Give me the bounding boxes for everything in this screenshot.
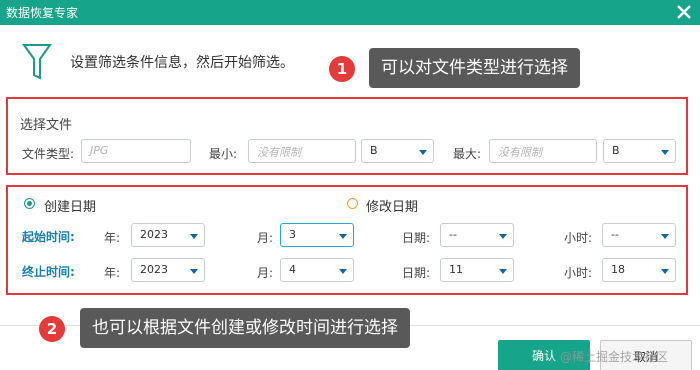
created-date-label[interactable]: 创建日期 (44, 196, 96, 215)
chevron-down-icon (661, 234, 669, 239)
min-size-input[interactable]: 没有限制 (248, 139, 356, 163)
annotation-callout-1: 可以对文件类型进行选择 (369, 48, 580, 88)
chevron-down-icon (499, 234, 507, 239)
min-size-unit-select[interactable]: B (361, 139, 434, 163)
modified-date-label[interactable]: 修改日期 (366, 196, 418, 215)
max-size-input[interactable]: 没有限制 (489, 139, 597, 163)
chevron-down-icon (339, 269, 347, 274)
start-day-label: 日期: (402, 231, 431, 245)
end-year-value: 2023 (140, 263, 168, 276)
min-size-label: 最小: (209, 147, 238, 161)
chevron-down-icon (339, 234, 347, 239)
start-hour-select[interactable]: -- (602, 223, 676, 247)
filter-icon (22, 44, 52, 80)
annotation-badge-1: 1 (329, 56, 355, 82)
annotation-badge-2: 2 (39, 316, 65, 342)
file-filter-panel (6, 97, 688, 175)
end-year-label: 年: (104, 266, 121, 280)
chevron-down-icon (190, 269, 198, 274)
end-hour-label: 小时: (564, 266, 593, 280)
end-day-value: 11 (449, 263, 463, 276)
start-year-label: 年: (104, 231, 121, 245)
max-size-unit-select[interactable]: B (603, 139, 676, 163)
chevron-down-icon (499, 269, 507, 274)
title-bar: 数据恢复专家 (0, 0, 700, 25)
start-month-label: 月: (257, 231, 274, 245)
start-month-select[interactable]: 3 (280, 223, 354, 247)
start-hour-label: 小时: (564, 231, 593, 245)
end-month-select[interactable]: 4 (280, 258, 354, 282)
annotation-callout-2: 也可以根据文件创建或修改时间进行选择 (80, 308, 410, 348)
file-section-title: 选择文件 (20, 118, 73, 133)
end-time-label: 终止时间: (22, 265, 75, 279)
start-time-label: 起始时间: (22, 230, 75, 244)
window-title: 数据恢复专家 (6, 6, 79, 20)
watermark: @稀土掘金技术社区 (560, 350, 669, 364)
end-hour-select[interactable]: 18 (602, 258, 676, 282)
chevron-down-icon (661, 269, 669, 274)
end-year-select[interactable]: 2023 (131, 258, 205, 282)
end-day-label: 日期: (402, 266, 431, 280)
start-year-select[interactable]: 2023 (131, 223, 205, 247)
chevron-down-icon (661, 150, 669, 155)
end-day-select[interactable]: 11 (440, 258, 514, 282)
start-day-value: -- (449, 228, 457, 241)
close-icon[interactable] (674, 2, 694, 22)
start-year-value: 2023 (140, 228, 168, 241)
start-day-select[interactable]: -- (440, 223, 514, 247)
file-type-input[interactable]: JPG (81, 139, 191, 163)
start-hour-value: -- (611, 228, 619, 241)
chevron-down-icon (419, 150, 427, 155)
modified-date-radio[interactable] (347, 198, 358, 209)
min-size-unit-value: B (370, 144, 378, 157)
end-hour-value: 18 (611, 263, 625, 276)
file-type-label: 文件类型: (22, 147, 75, 161)
header-instruction: 设置筛选条件信息，然后开始筛选。 (70, 55, 294, 71)
max-size-unit-value: B (612, 144, 620, 157)
max-size-label: 最大: (453, 147, 482, 161)
end-month-label: 月: (257, 266, 274, 280)
start-month-value: 3 (289, 228, 296, 241)
created-date-radio[interactable] (24, 198, 35, 209)
end-month-value: 4 (289, 263, 296, 276)
chevron-down-icon (190, 234, 198, 239)
